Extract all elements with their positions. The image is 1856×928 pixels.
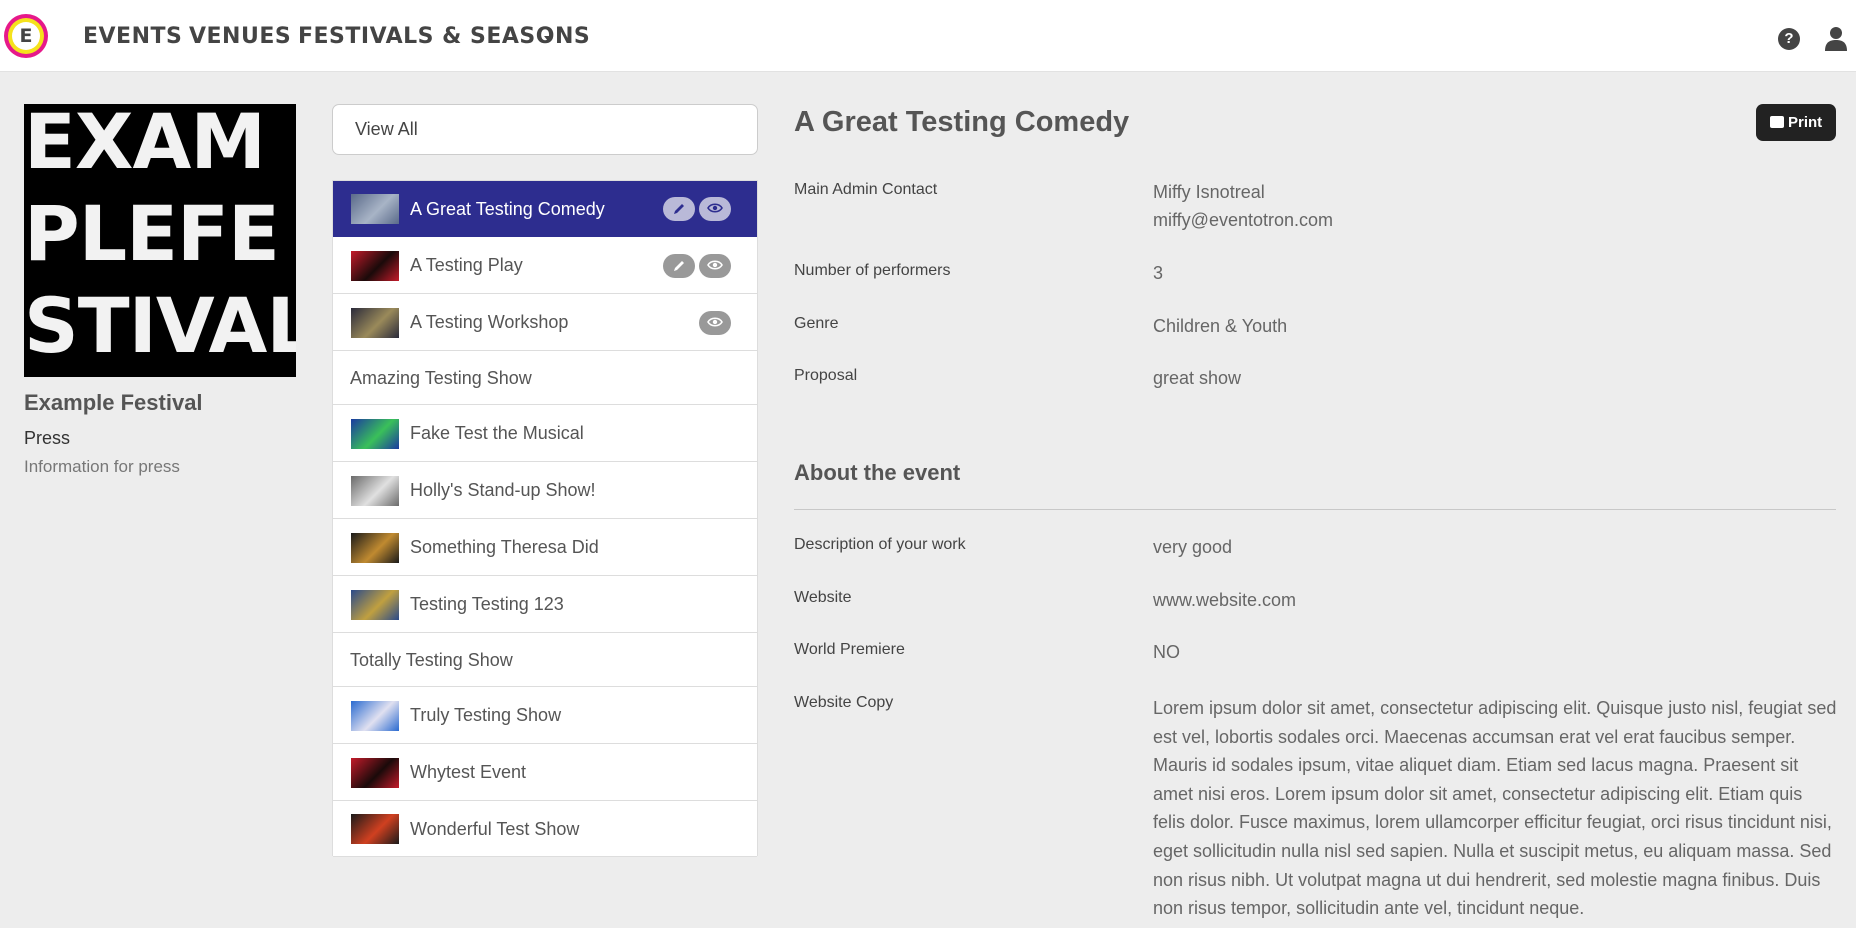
event-list-item[interactable]: A Testing Workshop: [333, 294, 757, 351]
event-thumbnail: [351, 307, 399, 338]
edit-pencil-icon[interactable]: [663, 253, 695, 278]
event-list-item[interactable]: Holly's Stand-up Show!: [333, 462, 757, 519]
field-value: Miffy Isnotreal: [1153, 182, 1265, 202]
event-list-label: Amazing Testing Show: [350, 367, 532, 388]
field-label: Website Copy: [794, 694, 894, 711]
view-eye-icon[interactable]: [699, 310, 731, 335]
chevron-down-icon[interactable]: [544, 36, 552, 41]
contact-email[interactable]: miffy@eventotron.com: [1153, 210, 1333, 231]
section-divider: [794, 509, 1836, 510]
festival-poster: EXAM PLEFE STIVAL: [24, 104, 296, 377]
event-thumbnail: [351, 532, 399, 563]
printer-icon: [1770, 116, 1784, 128]
about-heading: About the event: [794, 460, 961, 485]
field-label: Genre: [794, 315, 839, 332]
event-list-item[interactable]: Testing Testing 123: [333, 576, 757, 633]
event-list-label: Something Theresa Did: [410, 537, 599, 557]
field-value: 3: [1153, 263, 1164, 283]
edit-pencil-icon[interactable]: [663, 197, 695, 221]
event-thumbnail: [351, 757, 399, 788]
event-list-item[interactable]: Something Theresa Did: [333, 519, 757, 576]
event-list: A Great Testing Comedy A Testing Play A Te…: [332, 180, 758, 857]
event-title: A Great Testing Comedy: [794, 106, 1130, 138]
field-label: Main Admin Contact: [794, 181, 938, 198]
print-label: Print: [1788, 114, 1823, 131]
print-button[interactable]: Print: [1756, 104, 1836, 141]
user-icon[interactable]: [1824, 26, 1848, 52]
logo-ring: E: [8, 18, 44, 54]
event-list-item[interactable]: Whytest Event: [333, 744, 757, 801]
nav-venues[interactable]: VENUES: [189, 24, 291, 49]
view-eye-icon[interactable]: [699, 197, 731, 221]
event-list-label: Holly's Stand-up Show!: [410, 480, 596, 500]
event-thumbnail: [351, 475, 399, 506]
poster-text-line: STIVAL: [24, 281, 296, 370]
field-label: Number of performers: [794, 262, 951, 279]
top-navbar: E EVENTS VENUES FESTIVALS & SEASONS ?: [0, 0, 1856, 72]
field-label: World Premiere: [794, 641, 905, 658]
event-list-item[interactable]: Totally Testing Show: [333, 633, 757, 687]
event-list-item[interactable]: Fake Test the Musical: [333, 405, 757, 462]
logo-letter: E: [12, 22, 40, 50]
field-value: Children & Youth: [1153, 316, 1288, 336]
field-value: great show: [1153, 368, 1242, 388]
event-thumbnail: [351, 700, 399, 731]
event-list-item[interactable]: Truly Testing Show: [333, 687, 757, 744]
event-list-label: Wonderful Test Show: [410, 818, 580, 839]
nav-events[interactable]: EVENTS: [83, 24, 182, 49]
event-thumbnail: [351, 250, 399, 281]
event-thumbnail: [351, 589, 399, 620]
event-thumbnail: [351, 194, 399, 224]
help-icon[interactable]: ?: [1778, 28, 1800, 50]
section-subtitle: Information for press: [24, 457, 180, 476]
event-list-item[interactable]: Wonderful Test Show: [333, 801, 757, 857]
event-list-label: Testing Testing 123: [410, 594, 564, 614]
field-value: NO: [1153, 642, 1180, 662]
event-list-label: Totally Testing Show: [350, 649, 513, 670]
event-thumbnail: [351, 418, 399, 449]
event-list-item[interactable]: A Testing Play: [333, 237, 757, 294]
festival-name[interactable]: Example Festival: [24, 390, 203, 416]
event-list-item[interactable]: Amazing Testing Show: [333, 351, 757, 405]
event-list-label: A Great Testing Comedy: [410, 198, 605, 219]
field-label: Website: [794, 589, 852, 606]
view-all-button[interactable]: View All: [332, 104, 758, 155]
poster-text-line: PLEFE: [24, 189, 280, 278]
event-list-label: Truly Testing Show: [410, 705, 562, 725]
event-thumbnail: [351, 814, 399, 844]
website-copy-text: Lorem ipsum dolor sit amet, consectetur …: [1153, 698, 1837, 919]
field-label: Proposal: [794, 367, 858, 384]
event-list-label: A Testing Workshop: [410, 312, 569, 332]
poster-text-line: EXAM: [24, 104, 266, 186]
field-label: Description of your work: [794, 536, 966, 553]
event-list-label: Whytest Event: [410, 762, 527, 782]
eventotron-logo[interactable]: E: [4, 14, 48, 58]
event-list-label: A Testing Play: [410, 255, 523, 275]
field-value: very good: [1153, 537, 1233, 557]
event-list-label: Fake Test the Musical: [410, 423, 584, 443]
website-link[interactable]: www.website.com: [1153, 590, 1296, 611]
view-eye-icon[interactable]: [699, 253, 731, 278]
event-list-item[interactable]: A Great Testing Comedy: [333, 181, 757, 237]
section-title: Press: [24, 428, 71, 448]
